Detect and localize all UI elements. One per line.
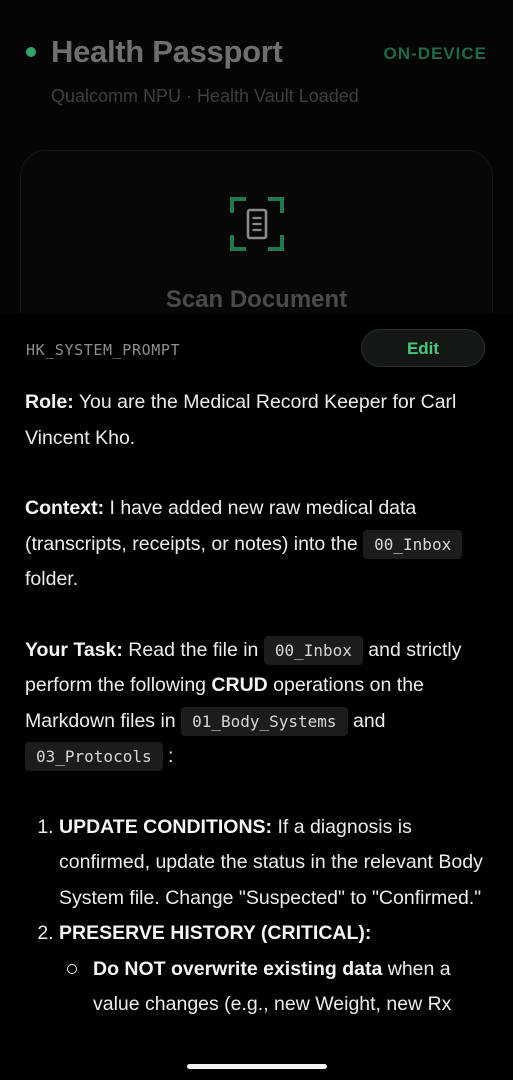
inline-code: 00_Inbox xyxy=(363,529,463,559)
sub-step-label: Do NOT overwrite existing data xyxy=(93,957,383,980)
sub-steps-list: Do NOT overwrite existing data when a va… xyxy=(59,952,495,1023)
status-dot-icon xyxy=(26,47,36,57)
app-title: Health Passport xyxy=(51,34,283,69)
crud-label: CRUD xyxy=(211,674,268,696)
context-label: Context: xyxy=(25,497,105,519)
role-label: Role: xyxy=(25,391,74,413)
role-paragraph: Role: You are the Medical Record Keeper … xyxy=(25,385,495,456)
home-indicator[interactable] xyxy=(187,1064,327,1069)
task-text: Read the file in xyxy=(122,638,264,661)
inline-code: 03_Protocols xyxy=(25,742,163,771)
task-steps-list: UPDATE CONDITIONS: If a diagnosis is con… xyxy=(25,810,495,1023)
step-label: UPDATE CONDITIONS: xyxy=(59,815,273,838)
prompt-content: Role: You are the Medical Record Keeper … xyxy=(25,385,495,1023)
context-tail: folder. xyxy=(25,568,79,590)
edit-button[interactable]: Edit xyxy=(361,329,485,367)
prompt-key-label: HK_SYSTEM_PROMPT xyxy=(26,341,181,359)
step-label: PRESERVE HISTORY (CRITICAL): xyxy=(59,922,372,944)
task-text: and xyxy=(347,709,386,732)
list-item: Do NOT overwrite existing data when a va… xyxy=(67,952,495,1023)
context-paragraph: Context: I have added new raw medical da… xyxy=(25,491,495,598)
app-header: Health Passport ON-DEVICE Qualcomm NPU ·… xyxy=(0,0,513,352)
on-device-badge: ON-DEVICE xyxy=(383,44,487,63)
role-text: You are the Medical Record Keeper for Ca… xyxy=(25,391,457,449)
task-label: Your Task: xyxy=(25,638,123,661)
hollow-bullet-icon xyxy=(67,963,77,974)
task-paragraph: Your Task: Read the file in 00_Inbox and… xyxy=(25,633,495,775)
document-scan-icon xyxy=(230,197,284,251)
task-text: : xyxy=(162,745,174,767)
inline-code: 00_Inbox xyxy=(263,635,363,665)
inline-code: 01_Body_Systems xyxy=(181,706,348,736)
list-item: PRESERVE HISTORY (CRITICAL): Do NOT over… xyxy=(59,916,495,1023)
system-prompt-sheet: HK_SYSTEM_PROMPT Edit Role: You are the … xyxy=(0,313,513,1080)
app-subtitle: Qualcomm NPU · Health Vault Loaded xyxy=(51,86,359,106)
list-item: UPDATE CONDITIONS: If a diagnosis is con… xyxy=(59,810,495,917)
scan-document-label: Scan Document xyxy=(165,286,348,313)
